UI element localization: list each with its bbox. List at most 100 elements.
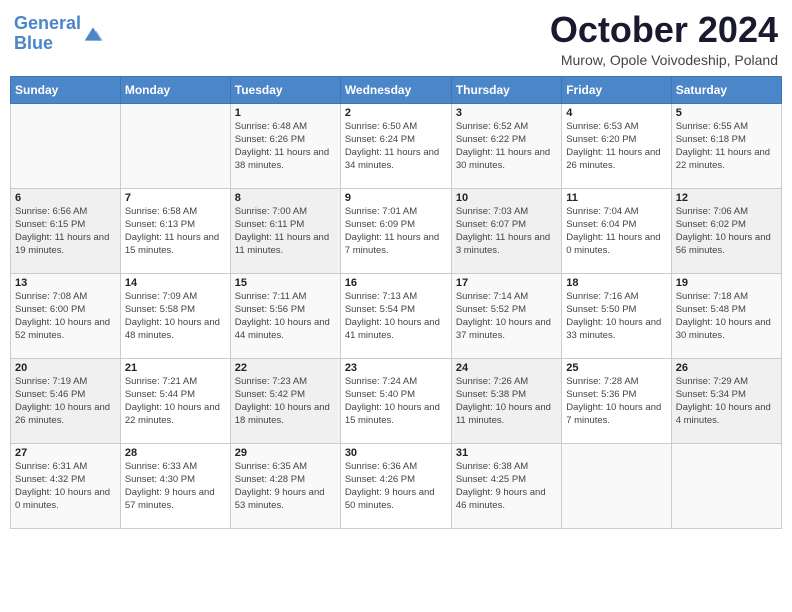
cell-5-6 xyxy=(562,443,671,528)
day-info: Sunrise: 7:09 AM Sunset: 5:58 PM Dayligh… xyxy=(125,290,226,343)
week-row-5: 27Sunrise: 6:31 AM Sunset: 4:32 PM Dayli… xyxy=(11,443,782,528)
day-info: Sunrise: 6:36 AM Sunset: 4:26 PM Dayligh… xyxy=(345,460,447,513)
cell-3-1: 13Sunrise: 7:08 AM Sunset: 6:00 PM Dayli… xyxy=(11,273,121,358)
cell-5-7 xyxy=(671,443,781,528)
day-number: 11 xyxy=(566,192,666,204)
day-info: Sunrise: 6:58 AM Sunset: 6:13 PM Dayligh… xyxy=(125,205,226,258)
cell-2-3: 8Sunrise: 7:00 AM Sunset: 6:11 PM Daylig… xyxy=(230,188,340,273)
day-info: Sunrise: 6:31 AM Sunset: 4:32 PM Dayligh… xyxy=(15,460,116,513)
day-info: Sunrise: 7:06 AM Sunset: 6:02 PM Dayligh… xyxy=(676,205,777,258)
cell-2-1: 6Sunrise: 6:56 AM Sunset: 6:15 PM Daylig… xyxy=(11,188,121,273)
cell-4-7: 26Sunrise: 7:29 AM Sunset: 5:34 PM Dayli… xyxy=(671,358,781,443)
day-info: Sunrise: 7:13 AM Sunset: 5:54 PM Dayligh… xyxy=(345,290,447,343)
day-info: Sunrise: 6:53 AM Sunset: 6:20 PM Dayligh… xyxy=(566,120,666,173)
day-info: Sunrise: 7:08 AM Sunset: 6:00 PM Dayligh… xyxy=(15,290,116,343)
day-number: 2 xyxy=(345,107,447,119)
week-row-2: 6Sunrise: 6:56 AM Sunset: 6:15 PM Daylig… xyxy=(11,188,782,273)
day-number: 1 xyxy=(235,107,336,119)
day-info: Sunrise: 6:33 AM Sunset: 4:30 PM Dayligh… xyxy=(125,460,226,513)
cell-4-3: 22Sunrise: 7:23 AM Sunset: 5:42 PM Dayli… xyxy=(230,358,340,443)
cell-2-6: 11Sunrise: 7:04 AM Sunset: 6:04 PM Dayli… xyxy=(562,188,671,273)
calendar-header-row: Sunday Monday Tuesday Wednesday Thursday… xyxy=(11,76,782,103)
day-number: 3 xyxy=(456,107,557,119)
cell-2-7: 12Sunrise: 7:06 AM Sunset: 6:02 PM Dayli… xyxy=(671,188,781,273)
cell-1-2 xyxy=(120,103,230,188)
cell-4-6: 25Sunrise: 7:28 AM Sunset: 5:36 PM Dayli… xyxy=(562,358,671,443)
cell-3-5: 17Sunrise: 7:14 AM Sunset: 5:52 PM Dayli… xyxy=(451,273,561,358)
day-number: 21 xyxy=(125,362,226,374)
title-section: October 2024 Murow, Opole Voivodeship, P… xyxy=(550,10,778,68)
week-row-1: 1Sunrise: 6:48 AM Sunset: 6:26 PM Daylig… xyxy=(11,103,782,188)
header-wednesday: Wednesday xyxy=(340,76,451,103)
cell-5-1: 27Sunrise: 6:31 AM Sunset: 4:32 PM Dayli… xyxy=(11,443,121,528)
day-number: 24 xyxy=(456,362,557,374)
cell-4-1: 20Sunrise: 7:19 AM Sunset: 5:46 PM Dayli… xyxy=(11,358,121,443)
day-info: Sunrise: 7:19 AM Sunset: 5:46 PM Dayligh… xyxy=(15,375,116,428)
cell-3-2: 14Sunrise: 7:09 AM Sunset: 5:58 PM Dayli… xyxy=(120,273,230,358)
day-number: 25 xyxy=(566,362,666,374)
day-info: Sunrise: 6:56 AM Sunset: 6:15 PM Dayligh… xyxy=(15,205,116,258)
cell-4-4: 23Sunrise: 7:24 AM Sunset: 5:40 PM Dayli… xyxy=(340,358,451,443)
day-number: 23 xyxy=(345,362,447,374)
cell-3-6: 18Sunrise: 7:16 AM Sunset: 5:50 PM Dayli… xyxy=(562,273,671,358)
day-number: 8 xyxy=(235,192,336,204)
cell-3-3: 15Sunrise: 7:11 AM Sunset: 5:56 PM Dayli… xyxy=(230,273,340,358)
logo: GeneralBlue xyxy=(14,14,103,54)
day-number: 4 xyxy=(566,107,666,119)
cell-1-3: 1Sunrise: 6:48 AM Sunset: 6:26 PM Daylig… xyxy=(230,103,340,188)
day-number: 18 xyxy=(566,277,666,289)
day-number: 15 xyxy=(235,277,336,289)
cell-5-3: 29Sunrise: 6:35 AM Sunset: 4:28 PM Dayli… xyxy=(230,443,340,528)
day-info: Sunrise: 6:52 AM Sunset: 6:22 PM Dayligh… xyxy=(456,120,557,173)
week-row-4: 20Sunrise: 7:19 AM Sunset: 5:46 PM Dayli… xyxy=(11,358,782,443)
day-info: Sunrise: 6:38 AM Sunset: 4:25 PM Dayligh… xyxy=(456,460,557,513)
day-number: 31 xyxy=(456,447,557,459)
header-sunday: Sunday xyxy=(11,76,121,103)
header-tuesday: Tuesday xyxy=(230,76,340,103)
cell-5-5: 31Sunrise: 6:38 AM Sunset: 4:25 PM Dayli… xyxy=(451,443,561,528)
day-number: 19 xyxy=(676,277,777,289)
day-info: Sunrise: 7:24 AM Sunset: 5:40 PM Dayligh… xyxy=(345,375,447,428)
day-number: 13 xyxy=(15,277,116,289)
day-number: 14 xyxy=(125,277,226,289)
day-number: 17 xyxy=(456,277,557,289)
day-number: 9 xyxy=(345,192,447,204)
cell-1-4: 2Sunrise: 6:50 AM Sunset: 6:24 PM Daylig… xyxy=(340,103,451,188)
day-number: 29 xyxy=(235,447,336,459)
page-header: GeneralBlue October 2024 Murow, Opole Vo… xyxy=(10,10,782,68)
day-number: 7 xyxy=(125,192,226,204)
day-info: Sunrise: 7:18 AM Sunset: 5:48 PM Dayligh… xyxy=(676,290,777,343)
day-info: Sunrise: 7:16 AM Sunset: 5:50 PM Dayligh… xyxy=(566,290,666,343)
day-number: 28 xyxy=(125,447,226,459)
day-number: 10 xyxy=(456,192,557,204)
location-subtitle: Murow, Opole Voivodeship, Poland xyxy=(550,52,778,68)
cell-3-4: 16Sunrise: 7:13 AM Sunset: 5:54 PM Dayli… xyxy=(340,273,451,358)
calendar-table: Sunday Monday Tuesday Wednesday Thursday… xyxy=(10,76,782,529)
day-info: Sunrise: 7:04 AM Sunset: 6:04 PM Dayligh… xyxy=(566,205,666,258)
day-number: 22 xyxy=(235,362,336,374)
day-info: Sunrise: 6:48 AM Sunset: 6:26 PM Dayligh… xyxy=(235,120,336,173)
day-info: Sunrise: 7:26 AM Sunset: 5:38 PM Dayligh… xyxy=(456,375,557,428)
header-friday: Friday xyxy=(562,76,671,103)
cell-2-5: 10Sunrise: 7:03 AM Sunset: 6:07 PM Dayli… xyxy=(451,188,561,273)
day-info: Sunrise: 6:50 AM Sunset: 6:24 PM Dayligh… xyxy=(345,120,447,173)
header-monday: Monday xyxy=(120,76,230,103)
day-number: 26 xyxy=(676,362,777,374)
cell-1-6: 4Sunrise: 6:53 AM Sunset: 6:20 PM Daylig… xyxy=(562,103,671,188)
day-number: 5 xyxy=(676,107,777,119)
day-info: Sunrise: 7:28 AM Sunset: 5:36 PM Dayligh… xyxy=(566,375,666,428)
cell-1-7: 5Sunrise: 6:55 AM Sunset: 6:18 PM Daylig… xyxy=(671,103,781,188)
cell-1-5: 3Sunrise: 6:52 AM Sunset: 6:22 PM Daylig… xyxy=(451,103,561,188)
day-number: 27 xyxy=(15,447,116,459)
day-info: Sunrise: 7:21 AM Sunset: 5:44 PM Dayligh… xyxy=(125,375,226,428)
day-number: 16 xyxy=(345,277,447,289)
logo-text: GeneralBlue xyxy=(14,14,81,54)
day-info: Sunrise: 6:35 AM Sunset: 4:28 PM Dayligh… xyxy=(235,460,336,513)
cell-4-2: 21Sunrise: 7:21 AM Sunset: 5:44 PM Dayli… xyxy=(120,358,230,443)
day-info: Sunrise: 7:23 AM Sunset: 5:42 PM Dayligh… xyxy=(235,375,336,428)
day-number: 20 xyxy=(15,362,116,374)
cell-1-1 xyxy=(11,103,121,188)
cell-2-4: 9Sunrise: 7:01 AM Sunset: 6:09 PM Daylig… xyxy=(340,188,451,273)
header-saturday: Saturday xyxy=(671,76,781,103)
logo-icon xyxy=(83,24,103,44)
